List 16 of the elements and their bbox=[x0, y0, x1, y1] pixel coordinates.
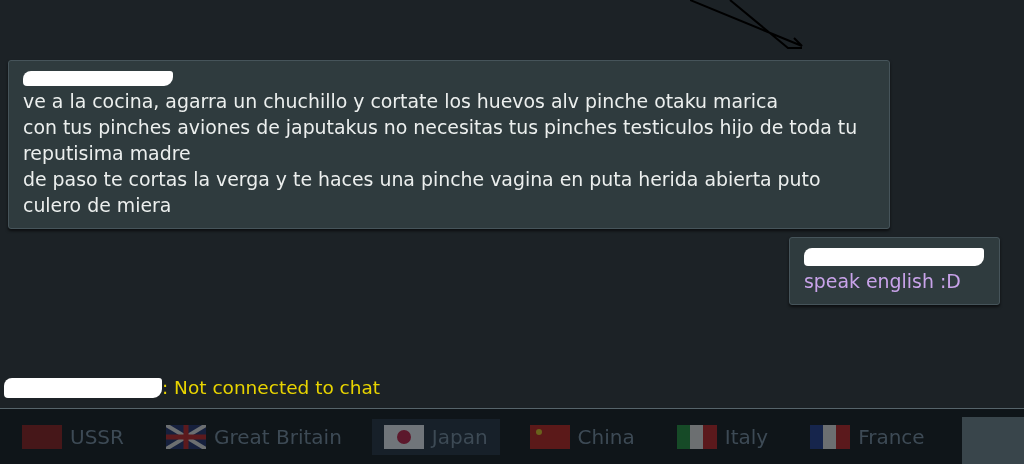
nation-tab[interactable]: China bbox=[517, 419, 647, 455]
nation-tab[interactable]: Italy bbox=[664, 419, 781, 455]
nation-tab[interactable]: USSR bbox=[10, 419, 136, 455]
flag-icon bbox=[676, 425, 717, 449]
flag-icon bbox=[383, 425, 424, 449]
side-panel bbox=[962, 417, 1024, 464]
status-message: : Not connected to chat bbox=[162, 377, 381, 398]
nation-tab[interactable]: France bbox=[798, 419, 937, 455]
flag-icon bbox=[810, 425, 851, 449]
message-text: speak english :D bbox=[804, 269, 962, 294]
message-text: ve a la cocina, agarra un chuchillo y cortate los huevos alv pinche otaku marica bbox=[23, 89, 779, 114]
message-text: de paso te cortas la verga y te haces una pinche vagina en puta herida abierta puto culero de miera bbox=[23, 167, 822, 218]
nation-tab[interactable]: Great Britain bbox=[153, 419, 354, 455]
flag-icon bbox=[165, 425, 206, 449]
flag-icon bbox=[22, 425, 62, 449]
flag-icon bbox=[529, 425, 570, 449]
